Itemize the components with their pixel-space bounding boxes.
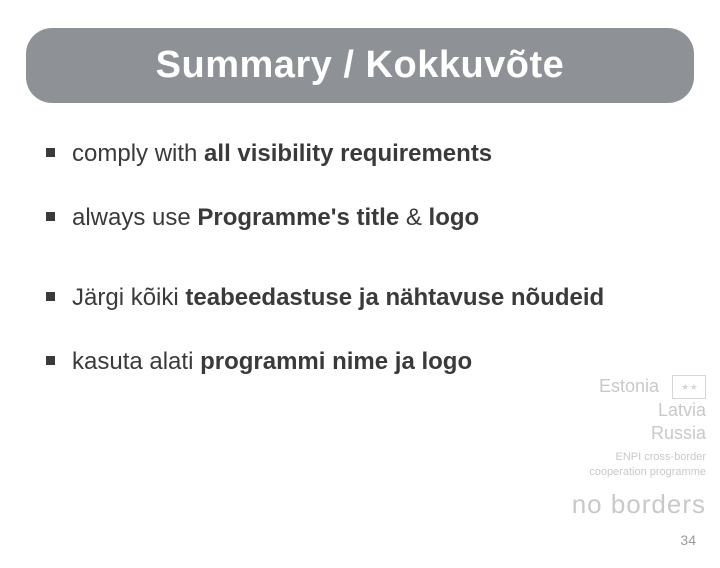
bullet-list: comply with all visibility requirements …: [46, 139, 684, 377]
bullet-gap: [46, 267, 684, 283]
eu-flag-icon: ★ ★: [672, 375, 706, 399]
slide-title: Summary / Kokkuvõte: [46, 44, 674, 87]
page-number: 34: [680, 532, 696, 548]
bullet-strong: teabeedastuse ja nähtavuse nõudeid: [185, 284, 604, 311]
watermark-subtitle: ENPI cross-border cooperation programme: [572, 450, 706, 479]
bullet-text: comply with: [72, 140, 204, 167]
watermark-small-line: ENPI cross-border: [616, 451, 706, 463]
content-area: comply with all visibility requirements …: [0, 103, 720, 377]
bullet-strong: all visibility requirements: [204, 140, 492, 167]
watermark-country: Estonia: [599, 376, 659, 396]
bullet-item: always use Programme's title & logo: [46, 203, 684, 233]
watermark-country: Latvia: [658, 400, 706, 420]
bullet-item: kasuta alati programmi nime ja logo: [46, 347, 684, 377]
bullet-item: Järgi kõiki teabeedastuse ja nähtavuse n…: [46, 283, 684, 313]
watermark-small-line: cooperation programme: [589, 466, 706, 478]
bullet-strong: programmi nime ja logo: [200, 348, 472, 375]
bullet-strong: logo: [429, 204, 480, 231]
watermark-tagline: no borders: [572, 489, 706, 520]
watermark-countries: Estonia ★ ★ Latvia Russia: [572, 375, 706, 444]
watermark-country: Russia: [651, 423, 706, 443]
bullet-text: kasuta alati: [72, 348, 200, 375]
bullet-text: Järgi kõiki: [72, 284, 185, 311]
bullet-strong: Programme's title: [197, 204, 405, 231]
bullet-text: always use: [72, 204, 197, 231]
bullet-item: comply with all visibility requirements: [46, 139, 684, 169]
title-bar: Summary / Kokkuvõte: [26, 28, 694, 103]
bullet-amp: &: [406, 204, 429, 231]
watermark-logo: Estonia ★ ★ Latvia Russia ENPI cross-bor…: [572, 375, 706, 520]
